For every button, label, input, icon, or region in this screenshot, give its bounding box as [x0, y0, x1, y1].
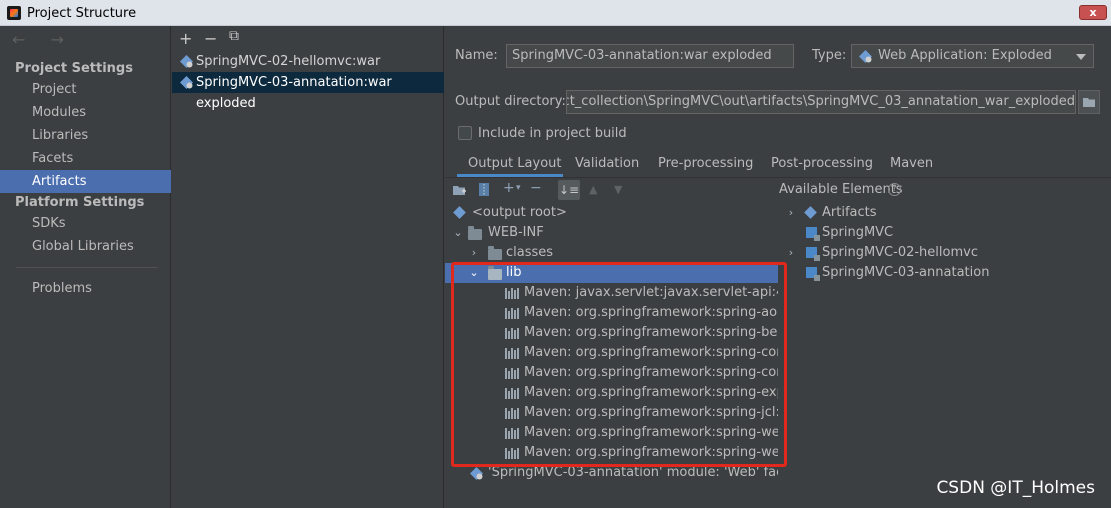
tree-row-output-root[interactable]: <output root>: [445, 203, 778, 223]
add-archive-icon[interactable]: [477, 182, 491, 197]
web-app-icon: [859, 50, 872, 63]
sidebar-item-project[interactable]: Project: [0, 78, 171, 101]
chevron-right-icon[interactable]: ›: [785, 243, 797, 263]
tab-maven[interactable]: Maven: [890, 156, 933, 171]
create-directory-icon[interactable]: [452, 183, 467, 197]
browse-folder-button[interactable]: [1078, 90, 1100, 114]
artifacts-icon: [804, 206, 817, 219]
chevron-down-icon: [1076, 54, 1086, 60]
chevron-down-icon[interactable]: ▾: [516, 183, 521, 193]
tree-row-label: SpringMVC-03-annatation: [822, 265, 990, 280]
artifact-item-selected[interactable]: SpringMVC-03-annatation:war exploded: [172, 72, 444, 111]
move-down-icon[interactable]: ▼: [614, 183, 622, 196]
available-item-artifacts[interactable]: › Artifacts: [779, 203, 1109, 223]
remove-element-icon[interactable]: −: [530, 180, 542, 196]
available-item-module[interactable]: SpringMVC: [779, 223, 1109, 243]
sort-elements-icon[interactable]: ↓≡: [558, 180, 580, 200]
available-item-module[interactable]: SpringMVC-03-annatation: [779, 263, 1109, 283]
intellij-app-icon: [7, 6, 21, 20]
window-title-bar: Project Structure x: [0, 0, 1111, 26]
module-icon: [806, 247, 820, 261]
back-forward-arrows-icon[interactable]: ← →: [12, 30, 74, 49]
tree-row-label: SpringMVC-02-hellomvc: [822, 245, 978, 260]
artifact-type-select[interactable]: Web Application: Exploded: [851, 44, 1094, 68]
folder-icon: [468, 226, 482, 240]
name-label: Name:: [455, 48, 498, 63]
tree-row-label: <output root>: [472, 205, 567, 220]
sidebar-item-artifacts[interactable]: Artifacts: [0, 170, 171, 193]
available-item-module[interactable]: › SpringMVC-02-hellomvc: [779, 243, 1109, 263]
remove-artifact-icon[interactable]: −: [204, 29, 217, 48]
chevron-right-icon[interactable]: ›: [785, 203, 797, 223]
help-icon[interactable]: ?: [888, 183, 901, 196]
web-artifact-icon: [180, 76, 193, 89]
output-root-icon: [453, 206, 466, 219]
window-title: Project Structure: [27, 6, 137, 21]
include-in-build-label[interactable]: Include in project build: [478, 126, 627, 141]
copy-artifact-icon[interactable]: ⧉: [229, 28, 239, 44]
tree-row-label: Artifacts: [822, 205, 877, 220]
artifact-item[interactable]: SpringMVC-02-hellomvc:war exploded: [172, 51, 444, 90]
sidebar-item-problems[interactable]: Problems: [0, 277, 171, 300]
tree-row-classes[interactable]: › classes: [445, 243, 778, 263]
close-window-button[interactable]: x: [1079, 5, 1107, 20]
tab-post-processing[interactable]: Post-processing: [771, 156, 873, 171]
sidebar-item-global-libraries[interactable]: Global Libraries: [0, 235, 171, 258]
type-label: Type:: [812, 48, 847, 63]
module-icon: [806, 227, 820, 241]
chevron-right-icon[interactable]: ›: [468, 243, 480, 263]
tree-row-web-inf[interactable]: ⌄ WEB-INF: [445, 223, 778, 243]
highlight-annotation-box: [451, 262, 787, 467]
output-directory-label: Output directory:: [455, 94, 566, 109]
artifact-type-value: Web Application: Exploded: [878, 48, 1052, 63]
tab-pre-processing[interactable]: Pre-processing: [658, 156, 753, 171]
folder-icon: [488, 246, 502, 260]
platform-settings-heading: Platform Settings: [15, 195, 145, 210]
watermark-text: CSDN @IT_Holmes: [936, 478, 1095, 498]
tabs-divider: [445, 177, 1111, 178]
sidebar-item-modules[interactable]: Modules: [0, 101, 171, 124]
include-in-build-checkbox[interactable]: [458, 126, 472, 140]
module-icon: [806, 267, 820, 281]
tree-row-label: WEB-INF: [488, 225, 544, 240]
tree-row-label: SpringMVC: [822, 225, 894, 240]
available-elements-label: Available Elements: [779, 182, 903, 197]
sidebar-item-sdks[interactable]: SDKs: [0, 212, 171, 235]
chevron-down-icon[interactable]: ⌄: [452, 223, 464, 243]
add-artifact-icon[interactable]: +: [179, 29, 192, 48]
artifact-name-input[interactable]: SpringMVC-03-annatation:war exploded: [506, 44, 794, 68]
move-up-icon[interactable]: ▲: [589, 183, 597, 196]
tab-validation[interactable]: Validation: [575, 156, 639, 171]
sidebar-item-facets[interactable]: Facets: [0, 147, 171, 170]
output-directory-input[interactable]: a_project_collection\SpringMVC\out\artif…: [566, 90, 1076, 114]
tab-output-layout[interactable]: Output Layout: [468, 156, 561, 171]
folder-icon: [1083, 98, 1095, 107]
project-settings-heading: Project Settings: [15, 61, 133, 76]
sidebar-divider: [16, 267, 158, 268]
web-artifact-icon: [180, 55, 193, 68]
tree-row-label: classes: [506, 245, 554, 260]
add-copy-of-icon[interactable]: +: [503, 180, 515, 196]
web-facet-icon: [470, 467, 483, 480]
sidebar-item-libraries[interactable]: Libraries: [0, 124, 171, 147]
